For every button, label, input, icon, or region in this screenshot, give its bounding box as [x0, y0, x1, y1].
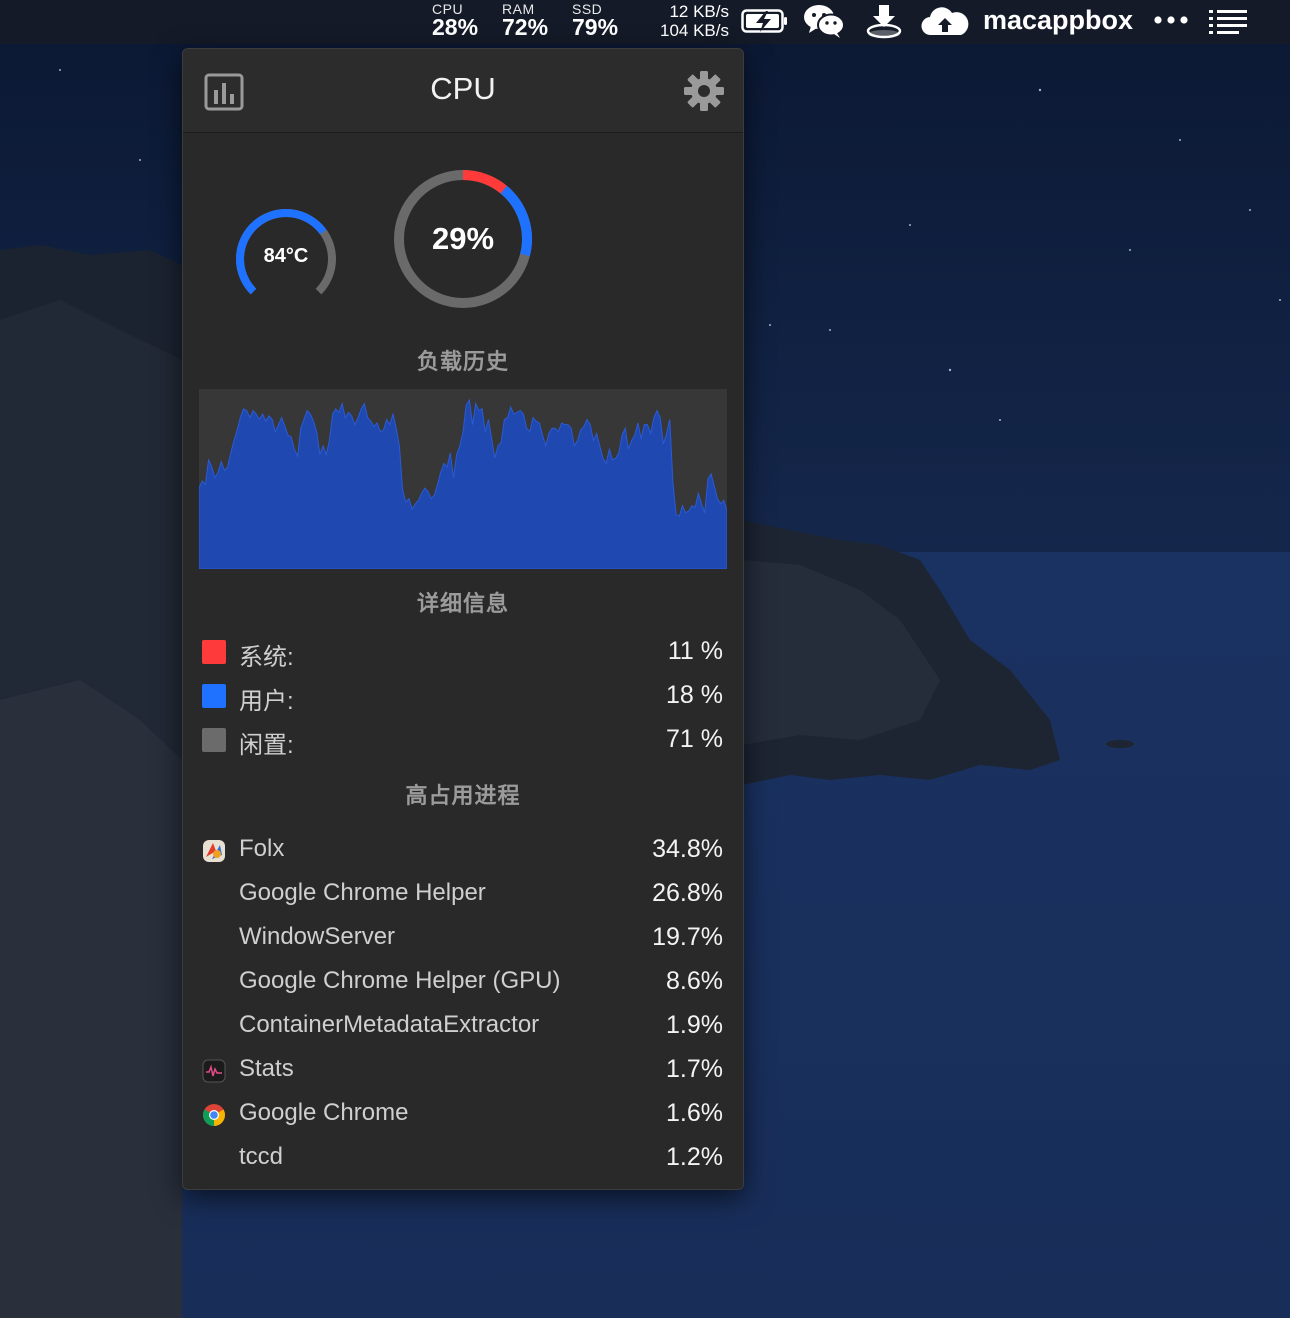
download-icon[interactable]: [866, 3, 902, 39]
cloud-icon[interactable]: [921, 5, 969, 37]
detail-label: 闲置:: [239, 732, 294, 759]
network-download-rate: 104 KB/s: [660, 21, 729, 40]
process-name: ContainerMetadataExtractor: [239, 1011, 540, 1038]
cpu-load-value: 29%: [431, 221, 495, 256]
process-row: Folx 34.8%: [202, 835, 723, 865]
more-icon[interactable]: [1153, 13, 1189, 27]
detail-label: 用户:: [239, 688, 294, 715]
menubar-ram-value: 72%: [502, 14, 549, 40]
process-name: Stats: [239, 1055, 294, 1082]
detail-row: 闲置: 71 %: [202, 725, 723, 759]
process-row: Google Chrome Helper 26.8%: [202, 879, 723, 909]
process-name: tccd: [239, 1143, 284, 1170]
process-cpu-usage: 1.9%: [666, 1011, 723, 1039]
process-name: Folx: [239, 835, 285, 862]
menubar-ssd-value: 79%: [572, 14, 619, 40]
wechat-icon[interactable]: [803, 4, 845, 38]
load-history-chart: [199, 389, 727, 569]
menubar-network-stat[interactable]: 12 KB/s 104 KB/s: [660, 2, 729, 40]
details-title: 详细信息: [416, 591, 509, 616]
cpu-popup-panel: CPU 84°C 29% 负载历史 详细信息 系统: 11 % 用户: 18 %…: [182, 48, 744, 1190]
process-row: tccd 1.2%: [202, 1143, 723, 1173]
process-row: Google Chrome Helper (GPU) 8.6%: [202, 967, 723, 997]
list-icon[interactable]: [1208, 8, 1248, 34]
process-cpu-usage: 34.8%: [652, 835, 723, 863]
battery-charging-icon[interactable]: [741, 8, 789, 34]
stats-app-icon: [202, 1059, 226, 1083]
panel-title: CPU: [430, 71, 496, 106]
top-processes-title: 高占用进程: [405, 783, 521, 808]
detail-value: 18 %: [666, 681, 723, 709]
process-cpu-usage: 26.8%: [652, 879, 723, 907]
process-row: ContainerMetadataExtractor 1.9%: [202, 1011, 723, 1041]
process-cpu-usage: 19.7%: [652, 923, 723, 951]
panel-header: CPU: [183, 49, 743, 133]
legend-swatch: [202, 684, 226, 708]
load-donut-system-segment: [462, 170, 507, 194]
process-name: Google Chrome: [239, 1099, 409, 1126]
process-row: Google Chrome 1.6%: [202, 1099, 723, 1129]
process-row: Stats 1.7%: [202, 1055, 723, 1085]
menubar-cpu-value: 28%: [432, 14, 479, 40]
process-name: Google Chrome Helper: [239, 879, 486, 906]
load-history-title: 负载历史: [416, 349, 509, 374]
detail-label: 系统:: [239, 644, 294, 671]
chrome-icon: [203, 1104, 225, 1126]
process-cpu-usage: 8.6%: [666, 967, 723, 995]
legend-swatch: [202, 728, 226, 752]
folx-icon: [203, 840, 225, 862]
process-name: Google Chrome Helper (GPU): [239, 967, 561, 994]
network-upload-rate: 12 KB/s: [669, 2, 729, 21]
process-row: WindowServer 19.7%: [202, 923, 723, 953]
process-cpu-usage: 1.6%: [666, 1099, 723, 1127]
detail-value: 71 %: [666, 725, 723, 753]
process-cpu-usage: 1.7%: [666, 1055, 723, 1083]
detail-row: 用户: 18 %: [202, 681, 723, 715]
gear-icon[interactable]: [683, 70, 725, 112]
process-cpu-usage: 1.2%: [666, 1143, 723, 1171]
process-name: WindowServer: [239, 923, 396, 950]
menu-bar: CPU 28% RAM 72% SSD 79% 12 KB/s 104 KB/s…: [0, 0, 1290, 44]
legend-swatch: [202, 640, 226, 664]
detail-value: 11 %: [667, 637, 723, 665]
detail-row: 系统: 11 %: [202, 637, 723, 671]
temperature-value: 84°C: [263, 245, 309, 267]
menubar-username[interactable]: macappbox: [983, 5, 1133, 36]
